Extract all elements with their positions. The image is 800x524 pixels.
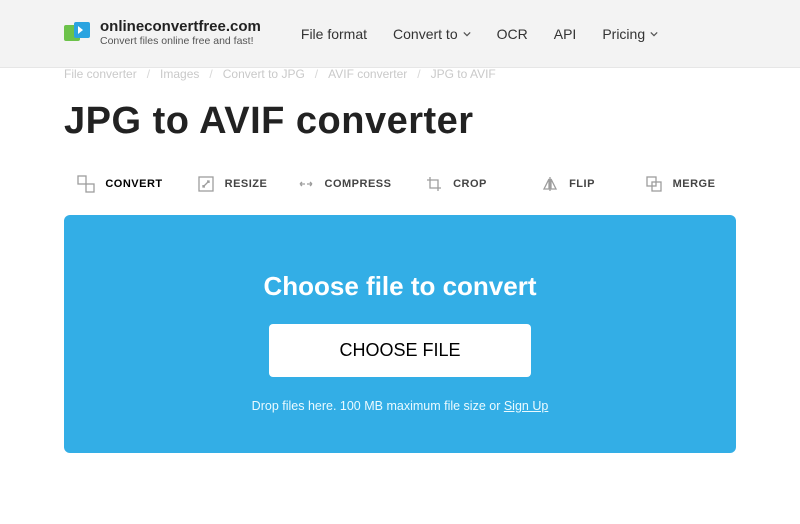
tool-flip[interactable]: FLIP <box>512 165 624 203</box>
tool-label: CONVERT <box>105 178 162 190</box>
logo[interactable]: onlineconvertfree.com Convert files onli… <box>64 19 261 47</box>
nav-file-format[interactable]: File format <box>301 26 367 42</box>
nav-label: Pricing <box>602 26 645 42</box>
resize-icon <box>197 175 215 193</box>
drop-hint: Drop files here. 100 MB maximum file siz… <box>84 399 716 413</box>
upload-card[interactable]: Choose file to convert CHOOSE FILE Drop … <box>64 215 736 453</box>
tool-crop[interactable]: CROP <box>400 165 512 203</box>
breadcrumb-item[interactable]: Images <box>160 67 199 81</box>
tool-label: COMPRESS <box>325 178 392 190</box>
breadcrumb-item[interactable]: Convert to JPG <box>223 67 305 81</box>
crop-icon <box>425 175 443 193</box>
nav-label: OCR <box>497 26 528 42</box>
tool-label: FLIP <box>569 178 595 190</box>
breadcrumb-sep: / <box>417 67 420 81</box>
convert-icon <box>77 175 95 193</box>
tool-merge[interactable]: MERGE <box>624 165 736 203</box>
logo-icon <box>64 22 90 44</box>
breadcrumb: File converter / Images / Convert to JPG… <box>0 64 800 84</box>
upload-heading: Choose file to convert <box>84 271 716 302</box>
topbar: onlineconvertfree.com Convert files onli… <box>0 0 800 68</box>
main-nav: File format Convert to OCR API Pricing <box>301 26 658 42</box>
flip-icon <box>541 175 559 193</box>
nav-convert-to[interactable]: Convert to <box>393 26 471 42</box>
breadcrumb-item[interactable]: AVIF converter <box>328 67 407 81</box>
compress-icon <box>297 175 315 193</box>
logo-title: onlineconvertfree.com <box>100 19 261 36</box>
logo-subtitle: Convert files online free and fast! <box>100 36 261 48</box>
tool-resize[interactable]: RESIZE <box>176 165 288 203</box>
breadcrumb-item[interactable]: File converter <box>64 67 137 81</box>
logo-text: onlineconvertfree.com Convert files onli… <box>100 19 261 47</box>
tool-toolbar: CONVERT RESIZE COMPRESS CROP FLIP MERGE <box>0 165 800 203</box>
nav-label: File format <box>301 26 367 42</box>
breadcrumb-sep: / <box>147 67 150 81</box>
chevron-down-icon <box>650 30 658 38</box>
breadcrumb-item: JPG to AVIF <box>431 67 496 81</box>
page-title: JPG to AVIF converter <box>0 84 800 165</box>
choose-file-button[interactable]: CHOOSE FILE <box>269 324 530 377</box>
tool-label: MERGE <box>673 178 716 190</box>
breadcrumb-sep: / <box>209 67 212 81</box>
tool-convert[interactable]: CONVERT <box>64 165 176 203</box>
nav-pricing[interactable]: Pricing <box>602 26 658 42</box>
signup-link[interactable]: Sign Up <box>504 399 548 413</box>
tool-compress[interactable]: COMPRESS <box>288 165 400 203</box>
drop-hint-text: Drop files here. 100 MB maximum file siz… <box>252 399 504 413</box>
nav-label: API <box>554 26 577 42</box>
tool-label: CROP <box>453 178 487 190</box>
nav-ocr[interactable]: OCR <box>497 26 528 42</box>
tool-label: RESIZE <box>225 178 268 190</box>
breadcrumb-sep: / <box>315 67 318 81</box>
nav-api[interactable]: API <box>554 26 577 42</box>
merge-icon <box>645 175 663 193</box>
nav-label: Convert to <box>393 26 458 42</box>
chevron-down-icon <box>463 30 471 38</box>
